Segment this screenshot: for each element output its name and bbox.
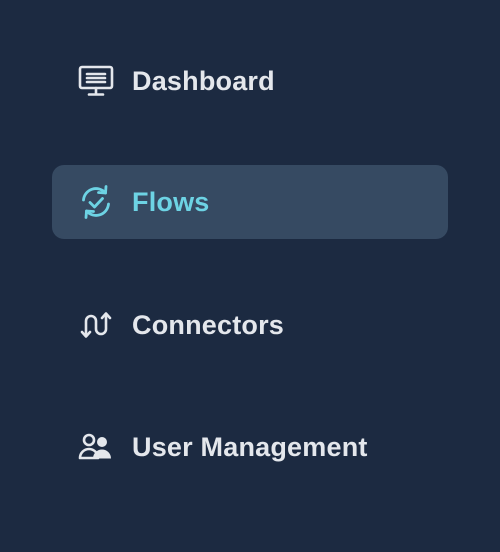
sidebar-item-flows[interactable]: Flows: [52, 165, 448, 239]
user-management-icon: [78, 429, 114, 465]
sidebar-item-connectors[interactable]: Connectors: [52, 288, 448, 362]
dashboard-monitor-icon: [78, 63, 114, 99]
sidebar-item-label: Flows: [132, 186, 210, 217]
sidebar-item-label: Dashboard: [132, 65, 275, 96]
sidebar-nav: Dashboard Flows Connectors User Manageme…: [0, 0, 500, 552]
sidebar-item-user-management[interactable]: User Management: [52, 410, 448, 484]
sidebar-item-dashboard[interactable]: Dashboard: [52, 44, 448, 118]
connectors-arrows-icon: [78, 307, 114, 343]
sidebar-item-label: Connectors: [132, 309, 285, 340]
flows-sync-check-icon: [78, 184, 114, 220]
sidebar-item-label: User Management: [132, 431, 368, 462]
